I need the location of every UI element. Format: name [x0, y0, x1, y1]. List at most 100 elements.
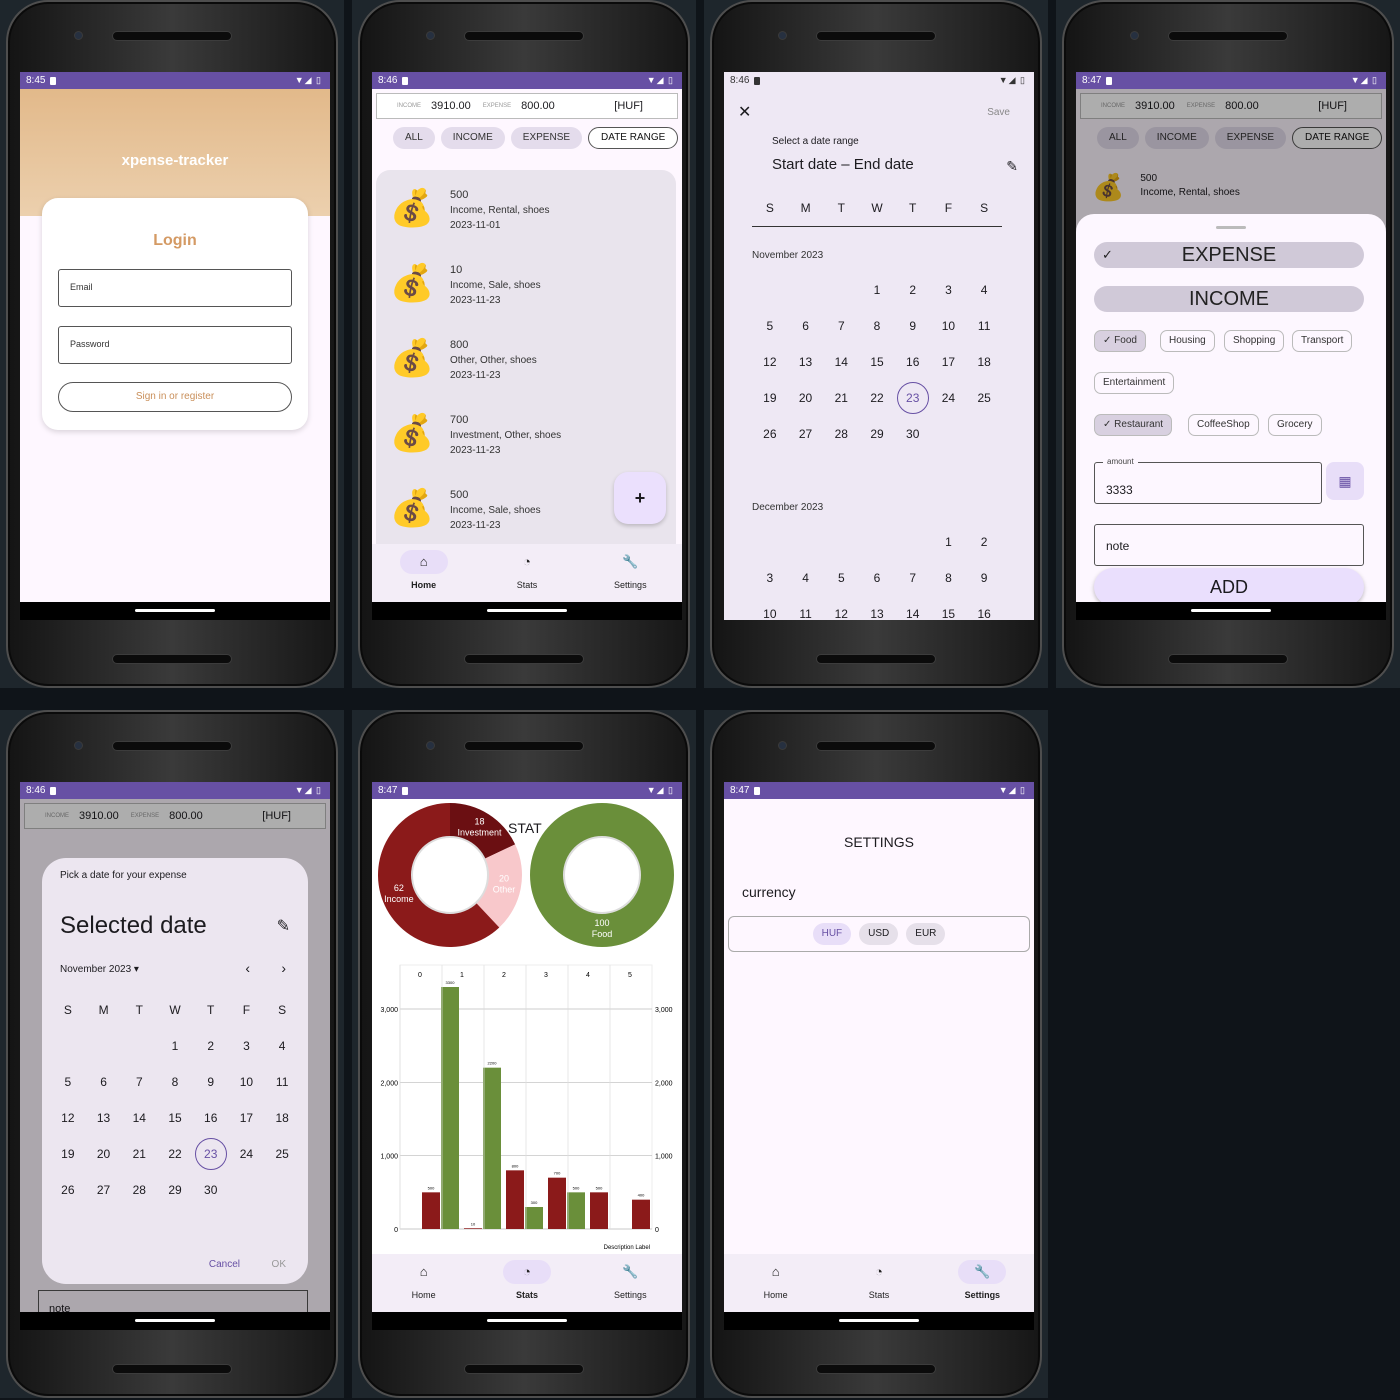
- pie-slice-label: Other: [493, 884, 516, 894]
- nav-home[interactable]: ⌂ Home: [372, 1254, 475, 1312]
- x-tick-label: 3: [544, 972, 548, 979]
- filter-expense[interactable]: EXPENSE: [510, 127, 583, 149]
- chip-food[interactable]: ✓ Food: [1094, 330, 1146, 352]
- chevron-left-icon[interactable]: ‹: [245, 960, 250, 976]
- bar-expense: [483, 1067, 501, 1229]
- wrench-icon: 🔧: [958, 1260, 1007, 1284]
- currency-huf[interactable]: HUF: [812, 923, 852, 945]
- pie-value-label: 62: [394, 883, 404, 893]
- bar-value-label: 700: [554, 1171, 561, 1176]
- pie-chart-icon: ◔: [502, 1260, 551, 1284]
- chip-transport[interactable]: Transport: [1292, 330, 1353, 352]
- pie-chart-icon: ◔: [875, 1264, 883, 1279]
- nav-home[interactable]: ⌂ Home: [724, 1254, 827, 1312]
- currency-usd[interactable]: USD: [859, 923, 899, 945]
- nav-settings[interactable]: 🔧 Settings: [579, 544, 682, 602]
- pie-slice-label: Investment: [457, 828, 502, 838]
- filter-date-range[interactable]: DATE RANGE: [588, 127, 679, 149]
- status-bar: 8:46 ▼◢ ▯: [724, 72, 1034, 89]
- month-selector[interactable]: November 2023 ▾: [60, 964, 139, 975]
- chip-coffeeshop[interactable]: CoffeeShop: [1188, 414, 1259, 436]
- cancel-button[interactable]: Cancel: [209, 1259, 240, 1270]
- money-hand-icon: 💰: [389, 262, 435, 303]
- chip-entertainment[interactable]: Entertainment: [1094, 372, 1175, 394]
- chevron-right-icon[interactable]: ›: [281, 960, 286, 976]
- settings-screenshot: 8:47 ▼◢ ▯ SETTINGS currency HUF USD EUR ⌂…: [704, 710, 1048, 1398]
- list-item[interactable]: 💰 800 Other, Other, shoes 2023-11-23: [388, 334, 668, 394]
- nav-settings[interactable]: 🔧 Settings: [579, 1254, 682, 1312]
- bar-income: [632, 1199, 650, 1229]
- login-card: Login Email Password Sign in or register: [42, 198, 308, 430]
- bar-value-label: 500: [596, 1185, 603, 1190]
- note-field[interactable]: note: [1094, 524, 1364, 566]
- x-tick-label: 4: [586, 972, 590, 979]
- bar-income: [506, 1170, 524, 1229]
- pie-chart-icon: ◔: [523, 554, 531, 569]
- december-grid[interactable]: 12 3456789 10 11 12 13 14 15 16: [752, 524, 1002, 620]
- app-title: xpense-tracker: [121, 152, 229, 169]
- filter-all[interactable]: ALL: [393, 127, 435, 149]
- close-icon[interactable]: ✕: [738, 102, 751, 122]
- chip-grocery[interactable]: Grocery: [1268, 414, 1322, 436]
- nav-settings[interactable]: 🔧 Settings: [931, 1254, 1034, 1312]
- ok-button[interactable]: OK: [272, 1259, 286, 1270]
- nav-stats[interactable]: ◔ Stats: [827, 1254, 930, 1312]
- date-range-screenshot: 8:46 ▼◢ ▯ ✕ Save Select a date range Star…: [704, 0, 1048, 688]
- chip-restaurant[interactable]: ✓ Restaurant: [1094, 414, 1173, 436]
- status-bar: 8:46 ▼◢ ▯: [20, 782, 330, 799]
- summary-bar: INCOME 3910.00 EXPENSE 800.00 [HUF]: [376, 93, 678, 119]
- nav-home[interactable]: ⌂ Home: [372, 544, 475, 602]
- home-icon: ⌂: [419, 1264, 428, 1279]
- status-bar: 8:47 ▼◢ ▯: [372, 782, 682, 799]
- add-sheet-screenshot: 8:47 ▼◢ ▯ INCOME 3910.00 EXPENSE 800.00 [HU…: [1056, 0, 1400, 688]
- chip-shopping[interactable]: Shopping: [1224, 330, 1285, 352]
- bar-income: [464, 1228, 482, 1229]
- stats-screenshot: 8:47 ▼◢ ▯ 18 Investment 20 Other 62 Income 100 F…: [352, 710, 696, 1398]
- sign-in-button[interactable]: Sign in or register: [58, 382, 292, 412]
- add-fab[interactable]: +: [614, 472, 666, 524]
- currency-eur[interactable]: EUR: [906, 923, 946, 945]
- calendar-icon[interactable]: ▦: [1326, 462, 1364, 500]
- selected-date: Selected date: [60, 912, 207, 939]
- y-tick-label-right: 0: [655, 1227, 659, 1234]
- add-button[interactable]: ADD: [1094, 568, 1364, 606]
- bar-value-label: 800: [512, 1163, 519, 1168]
- income-toggle[interactable]: INCOME: [1094, 286, 1364, 312]
- bar-value-label: 500: [428, 1185, 435, 1190]
- chip-housing[interactable]: Housing: [1160, 330, 1215, 352]
- bar-value-label: 10: [471, 1221, 476, 1226]
- date-dialog-screen: 8:46 ▼◢ ▯ INCOME 3910.00 EXPENSE 800.00 [HU…: [20, 782, 330, 1330]
- weekday-header: SMTWTFS: [752, 190, 1002, 227]
- list-item[interactable]: 💰 500 Income, Rental, shoes 2023-11-01: [388, 184, 668, 244]
- nav-stats[interactable]: ◔ Stats: [475, 1254, 578, 1312]
- edit-pencil-icon[interactable]: ✎: [1006, 158, 1018, 175]
- amount-field[interactable]: amount 3333: [1094, 457, 1322, 504]
- expense-toggle[interactable]: ✓ EXPENSE: [1094, 242, 1364, 268]
- list-item[interactable]: 💰 700 Investment, Other, shoes 2023-11-23: [388, 409, 668, 469]
- stats-charts: 18Investment20Other62Income100Food3,000 3…: [378, 803, 675, 1261]
- list-item[interactable]: 💰 10 Income, Sale, shoes 2023-11-23: [388, 259, 668, 319]
- drag-handle[interactable]: [1216, 226, 1246, 229]
- november-grid[interactable]: 1234 5 6 7 8 9 10 11 12 13 14 15 16 17 18 19 20 21 22 23…: [752, 272, 1002, 452]
- bar-value-label: 500: [573, 1185, 580, 1190]
- add-sheet-screen: 8:47 ▼◢ ▯ INCOME 3910.00 EXPENSE 800.00 [HU…: [1076, 72, 1386, 620]
- month-label: December 2023: [752, 502, 824, 513]
- bottom-nav: ⌂ Home ◔ Stats 🔧 Settings: [372, 544, 682, 602]
- home-screenshot: 8:46 ▼◢ ▯ INCOME 3910.00 EXPENSE 800.00 [HU…: [352, 0, 696, 688]
- pie-value-label: 100: [594, 918, 609, 928]
- edit-pencil-icon[interactable]: ✎: [277, 916, 290, 936]
- pie-slice-label: Income: [384, 894, 414, 904]
- bar-value-label: 400: [638, 1193, 645, 1198]
- money-hand-icon: 💰: [389, 337, 435, 378]
- nav-stats[interactable]: ◔ Stats: [475, 544, 578, 602]
- pie-value-label: 20: [499, 873, 509, 883]
- save-button[interactable]: Save: [987, 107, 1010, 118]
- bar-income: [590, 1192, 608, 1229]
- email-field[interactable]: Email: [58, 269, 292, 307]
- november-grid[interactable]: 1234 5 6 7 8 9 10 11 12 13 14 15 16 17 18 19 20 21 22 23…: [50, 1028, 300, 1208]
- home-icon: ⌂: [399, 550, 448, 574]
- currency-selector: HUF USD EUR: [728, 916, 1030, 952]
- filter-income[interactable]: INCOME: [440, 127, 505, 149]
- wrench-icon: 🔧: [622, 554, 639, 569]
- password-field[interactable]: Password: [58, 326, 292, 364]
